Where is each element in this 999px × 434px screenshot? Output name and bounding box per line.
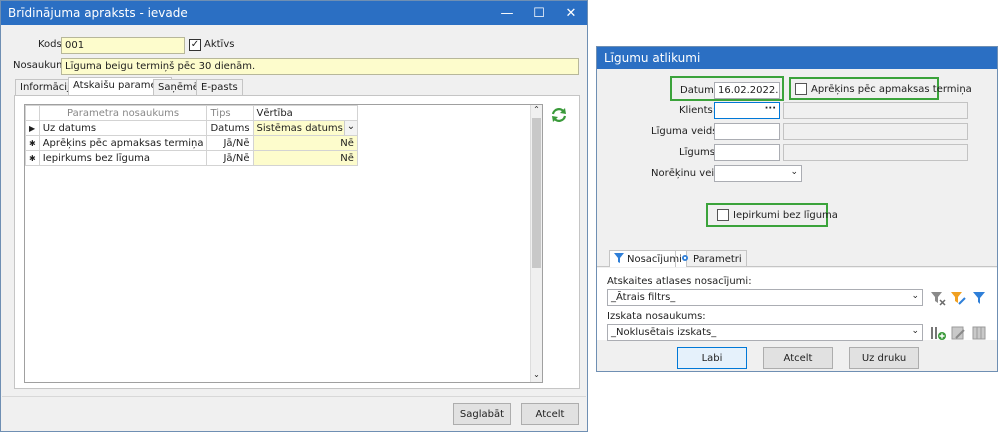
table-row[interactable]: ✱ Aprēķins pēc apmaksas termiņa Jā/Nē Nē xyxy=(25,135,358,151)
scroll-down-arrow[interactable]: ⌄ xyxy=(531,370,542,382)
params-grid: Parametra nosaukums Tips Vērtība ▶ Uz da… xyxy=(24,104,543,383)
close-button[interactable]: ✕ xyxy=(555,1,587,25)
filter-icon xyxy=(614,252,624,266)
columns-icon[interactable] xyxy=(971,325,987,341)
parameters-icon xyxy=(680,253,690,266)
tab-label: Parametri xyxy=(693,253,742,265)
chevron-down-icon: ⌄ xyxy=(911,291,919,301)
header-vertiba[interactable]: Vērtība xyxy=(252,105,358,121)
cancel-button[interactable]: Atcelt xyxy=(763,347,833,369)
table-row[interactable]: ▶ Uz datums Datums Sistēmas datums ⌄ xyxy=(25,120,358,136)
window-title: Brīdinājuma apraksts - ievade xyxy=(8,6,188,20)
bottom-tab-strip: Nosacījumi Parametri xyxy=(597,249,997,267)
cancel-button[interactable]: Atcelt xyxy=(521,403,579,425)
datums-field[interactable]: 16.02.2022. xyxy=(714,82,780,99)
tab-parametri[interactable]: Parametri xyxy=(675,250,747,267)
minimize-button[interactable]: — xyxy=(491,1,523,25)
right-titlebar: Līgumu atlikumi xyxy=(597,47,997,69)
edit-filter-icon[interactable] xyxy=(950,290,966,306)
scroll-up-arrow[interactable]: ⌃ xyxy=(531,105,542,117)
left-titlebar: Brīdinājuma apraksts - ievade — ☐ ✕ xyxy=(1,1,587,25)
nosacijumi-panel: Atskaites atlases nosacījumi: _Ātrais fi… xyxy=(597,268,997,341)
row-marker: ✱ xyxy=(25,150,40,166)
print-button[interactable]: Uz druku xyxy=(849,347,919,369)
liguma-veids-field[interactable] xyxy=(714,123,780,140)
vertical-scrollbar[interactable]: ⌃ ⌄ xyxy=(530,105,542,382)
atlases-value: _Ātrais filtrs_ xyxy=(611,292,676,303)
grid-header-row: Parametra nosaukums Tips Vērtība xyxy=(25,105,358,121)
scroll-thumb[interactable] xyxy=(532,118,541,268)
aktivs-checkbox[interactable]: ✓ xyxy=(189,39,201,51)
param-value[interactable]: Nē xyxy=(252,150,358,166)
chevron-down-icon: ⌄ xyxy=(790,167,798,177)
atlases-label: Atskaites atlases nosacījumi: xyxy=(607,276,752,287)
edit-view-icon[interactable] xyxy=(950,325,966,341)
header-parametra-nosaukums[interactable]: Parametra nosaukums xyxy=(38,105,208,121)
filter-icon[interactable] xyxy=(971,290,987,306)
maximize-button[interactable]: ☐ xyxy=(523,1,555,25)
grid-corner xyxy=(25,105,40,121)
window-title: Līgumu atlikumi xyxy=(604,51,701,65)
clear-filter-icon[interactable] xyxy=(930,290,946,306)
kods-field[interactable]: 001 xyxy=(61,37,185,54)
param-type[interactable]: Datums xyxy=(206,120,254,136)
iepirkumi-checkbox[interactable] xyxy=(717,209,729,221)
param-value-cell[interactable]: Sistēmas datums ⌄ xyxy=(252,120,358,136)
chevron-down-icon: ⌄ xyxy=(911,326,919,336)
aprekins-checkbox[interactable] xyxy=(795,83,807,95)
tab-label: Nosacījumi xyxy=(627,253,682,265)
tab-e-pasts[interactable]: E-pasts xyxy=(196,79,243,95)
param-type[interactable]: Jā/Nē xyxy=(206,135,254,151)
lookup-icon[interactable]: ··· xyxy=(765,103,776,114)
ligums-name-field xyxy=(783,144,968,161)
row-marker: ▶ xyxy=(25,120,40,136)
param-name[interactable]: Iepirkums bez līguma xyxy=(38,150,208,166)
add-view-icon[interactable] xyxy=(930,325,946,341)
aktivs-label: Aktīvs xyxy=(204,39,235,50)
save-button[interactable]: Saglabāt xyxy=(453,403,511,425)
nosaukums-field[interactable]: Līguma beigu termiņš pēc 30 dienām. xyxy=(61,58,579,75)
aprekins-label: Aprēķins pēc apmaksas termiņa xyxy=(811,84,972,95)
right-window: Līgumu atlikumi Datums: 16.02.2022. Aprē… xyxy=(596,46,998,372)
param-value: Sistēmas datums xyxy=(256,122,343,134)
izskata-label: Izskata nosaukums: xyxy=(607,311,706,322)
tab-strip: Informācija Atskaišu parametri Saņēmēji … xyxy=(15,77,585,95)
atlases-select[interactable]: _Ātrais filtrs_ ⌄ xyxy=(607,289,923,306)
divider xyxy=(2,396,586,397)
param-name[interactable]: Uz datums xyxy=(38,120,208,136)
norekinu-veids-select[interactable]: ⌄ xyxy=(714,165,802,182)
tab-panel: Parametra nosaukums Tips Vērtība ▶ Uz da… xyxy=(14,95,580,389)
klients-label: Klients: xyxy=(679,105,717,116)
liguma-veids-label: Līguma veids: xyxy=(651,126,721,137)
klients-field[interactable]: ··· xyxy=(714,102,780,119)
kods-label: Kods xyxy=(38,39,62,50)
ligums-label: Līgums: xyxy=(679,147,719,158)
param-name[interactable]: Aprēķins pēc apmaksas termiņa xyxy=(38,135,208,151)
ok-button[interactable]: Labi xyxy=(677,347,747,369)
izskata-value: _Noklusētais izskats_ xyxy=(611,327,717,338)
param-value[interactable]: Nē xyxy=(252,135,358,151)
chevron-down-icon[interactable]: ⌄ xyxy=(343,121,357,135)
klients-name-field xyxy=(783,102,968,119)
param-type[interactable]: Jā/Nē xyxy=(206,150,254,166)
header-tips[interactable]: Tips xyxy=(206,105,254,121)
liguma-veids-name-field xyxy=(783,123,968,140)
table-row[interactable]: ✱ Iepirkums bez līguma Jā/Nē Nē xyxy=(25,150,358,166)
left-window: Brīdinājuma apraksts - ievade — ☐ ✕ Kods… xyxy=(0,0,588,432)
iepirkumi-label: Iepirkumi bez līguma xyxy=(733,210,838,221)
refresh-icon[interactable] xyxy=(550,106,568,124)
row-marker: ✱ xyxy=(25,135,40,151)
izskata-select[interactable]: _Noklusētais izskats_ ⌄ xyxy=(607,324,923,341)
ligums-field[interactable] xyxy=(714,144,780,161)
